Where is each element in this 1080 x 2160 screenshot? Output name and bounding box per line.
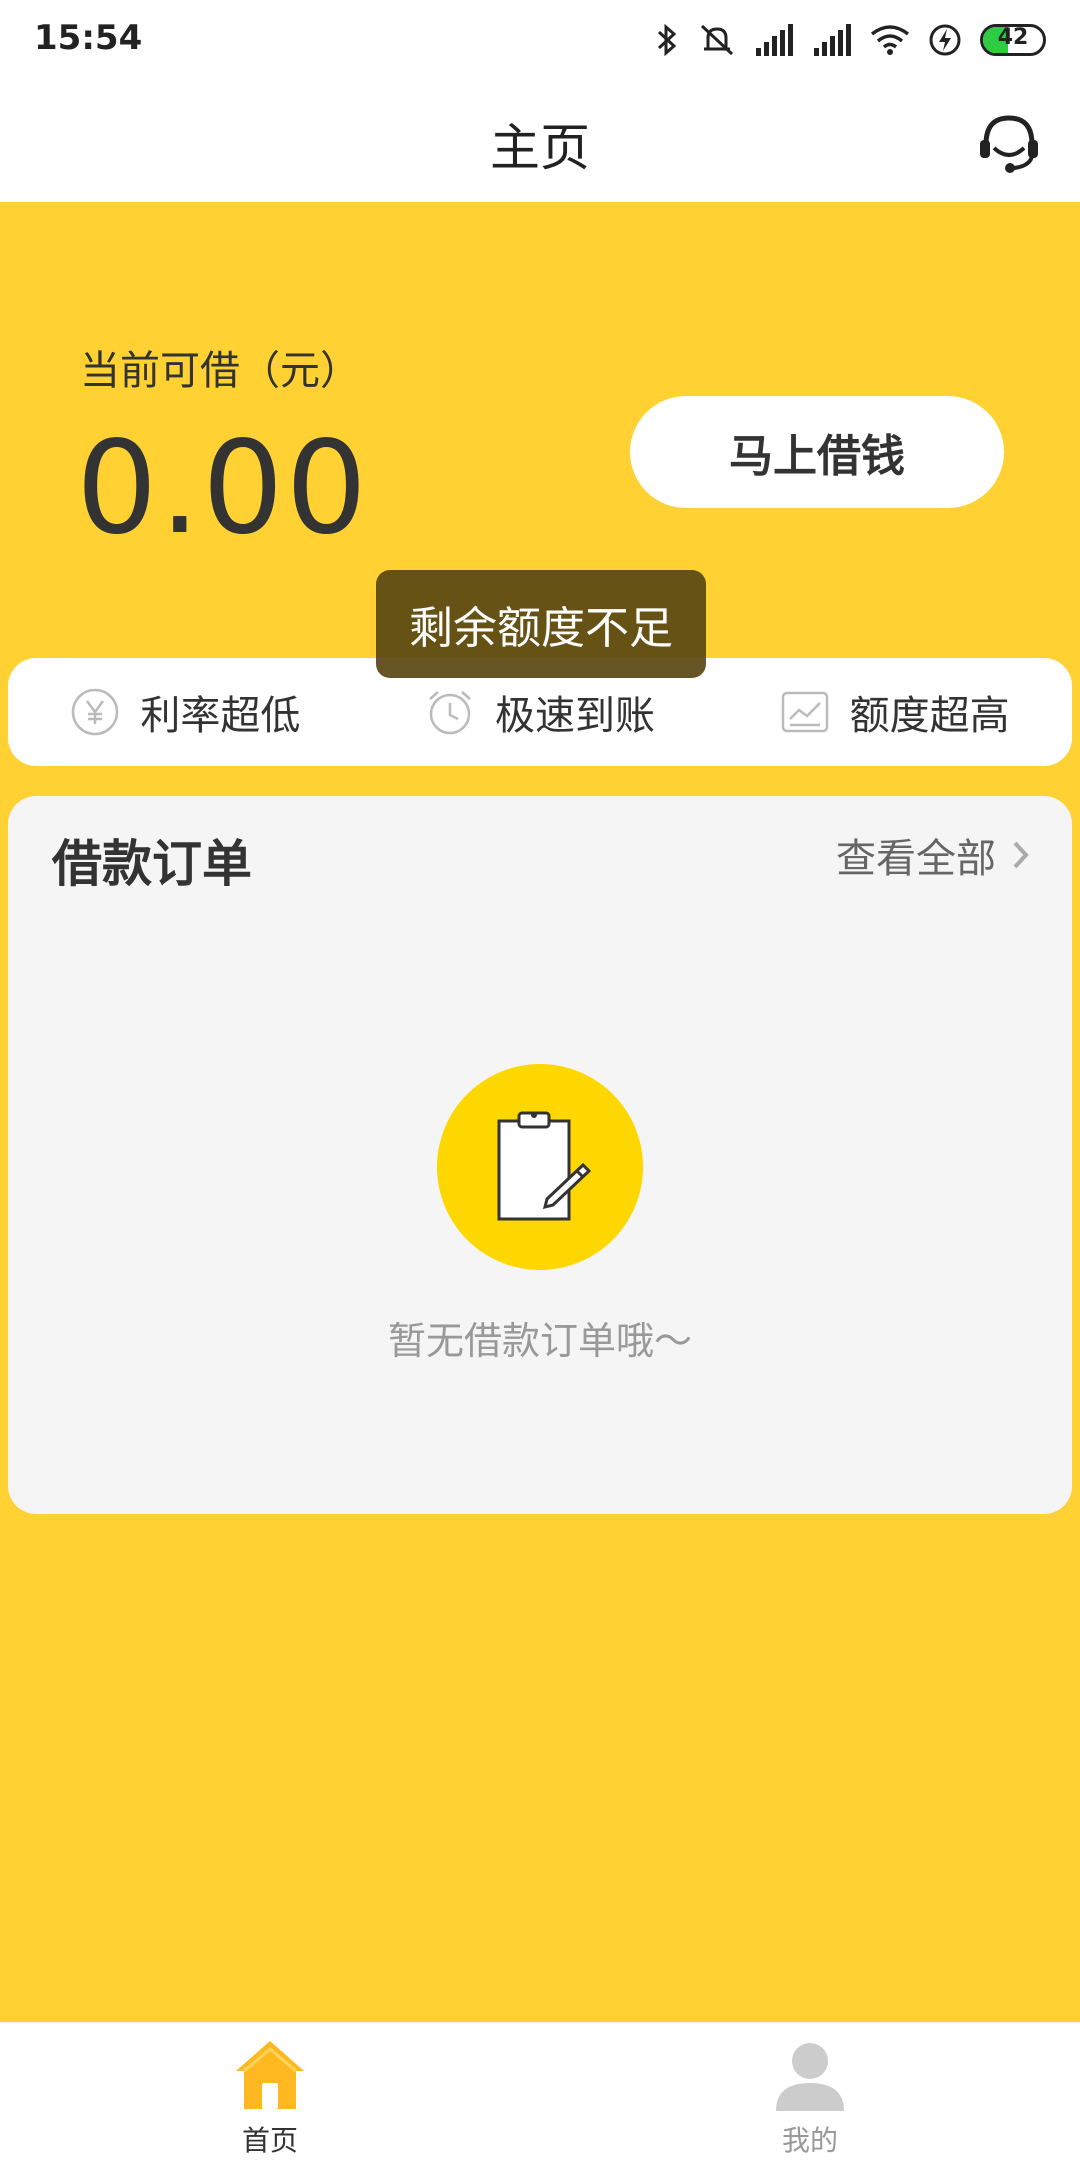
feature-label: 极速到账 <box>495 693 655 739</box>
bluetooth-icon <box>657 23 677 57</box>
nav-item-profile[interactable]: 我的 <box>540 2023 1080 2160</box>
feature-low-rate: 利率超低 <box>8 683 363 741</box>
app-header: 主页 <box>0 80 1080 202</box>
yuan-icon <box>72 688 119 736</box>
mute-icon <box>700 24 734 56</box>
user-icon <box>776 2043 844 2111</box>
alarm-clock-icon <box>429 691 471 735</box>
customer-support-button[interactable] <box>976 110 1042 176</box>
wifi-icon <box>870 25 910 55</box>
battery-level: 42 <box>997 25 1029 50</box>
view-all-label: 查看全部 <box>836 836 996 882</box>
nav-label-home: 首页 <box>241 2124 298 2157</box>
chevron-right-icon <box>1013 841 1029 869</box>
page-title: 主页 <box>490 119 590 177</box>
toast-message: 剩余额度不足 <box>376 570 706 678</box>
orders-card: 借款订单 查看全部 暂无借款订单哦～ <box>8 796 1072 1514</box>
trend-chart-icon <box>781 691 828 733</box>
status-icons: 42 <box>654 18 1046 62</box>
feature-label: 额度超高 <box>849 693 1010 739</box>
available-credit-label: 当前可借（元） <box>80 348 360 394</box>
empty-orders-badge <box>437 1064 643 1270</box>
signal-icon <box>756 24 793 56</box>
empty-orders-text: 暂无借款订单哦～ <box>387 1319 692 1363</box>
orders-title: 借款订单 <box>52 835 252 893</box>
feature-high-limit: 额度超高 <box>717 683 1072 741</box>
charging-icon <box>929 24 961 56</box>
headset-icon <box>980 115 1038 173</box>
status-bar: 15:54 42 <box>0 0 1080 80</box>
view-all-link[interactable]: 查看全部 <box>836 826 1032 884</box>
nav-label-profile: 我的 <box>781 2124 838 2157</box>
feature-label: 利率超低 <box>140 693 301 739</box>
nav-item-home[interactable]: 首页 <box>0 2023 540 2160</box>
status-time: 15:54 <box>34 18 143 58</box>
borrow-now-button[interactable]: 马上借钱 <box>630 396 1004 508</box>
clipboard-pen-icon <box>497 1111 592 1221</box>
available-credit-amount: 0.00 <box>76 414 369 563</box>
battery-icon: 42 <box>980 24 1046 56</box>
signal-icon <box>814 24 851 56</box>
feature-fast-arrival: 极速到账 <box>363 683 718 741</box>
bottom-nav: 首页 我的 <box>0 2022 1080 2160</box>
home-icon <box>236 2041 304 2109</box>
